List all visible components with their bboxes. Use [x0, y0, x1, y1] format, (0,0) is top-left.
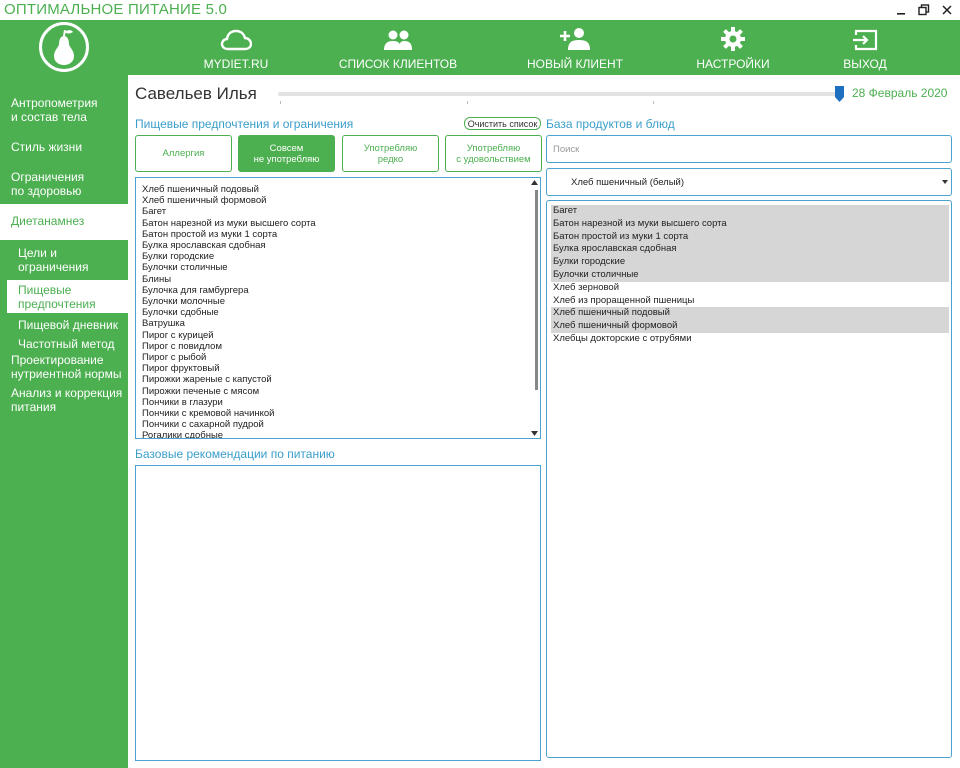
category-never-button[interactable]: Совсем не употребляю: [238, 135, 335, 172]
preference-item[interactable]: Пирожки печеные с мясом: [142, 386, 316, 397]
nav-client-list-button[interactable]: СПИСОК КЛИЕНТОВ: [338, 20, 458, 75]
preference-items: Хлеб пшеничный подовый Хлеб пшеничный фор…: [142, 184, 316, 438]
product-item[interactable]: Хлеб зерновой: [551, 282, 949, 295]
category-allergy-button[interactable]: Аллергия: [135, 135, 232, 172]
product-item[interactable]: Батон простой из муки 1 сорта: [551, 230, 949, 244]
nav-mydiet-button[interactable]: MYDIET.RU: [196, 20, 276, 75]
sidebar-item-analysis[interactable]: Анализ и коррекция питания: [11, 386, 122, 414]
preference-item[interactable]: Булки городские: [142, 251, 316, 262]
timeline-date: 28 Февраль 2020: [852, 86, 948, 100]
nav-exit-label: ВЫХОД: [843, 57, 887, 71]
preference-item[interactable]: Булочки сдобные: [142, 307, 316, 318]
scroll-down-icon[interactable]: [531, 431, 538, 436]
preference-item[interactable]: Багет: [142, 206, 316, 217]
product-group-value: Хлеб пшеничный (белый): [571, 176, 685, 188]
sidebar-item-lifestyle[interactable]: Стиль жизни: [11, 140, 82, 154]
minimize-icon[interactable]: [890, 0, 912, 20]
preference-item[interactable]: Пирожки жареные с капустой: [142, 374, 316, 385]
product-item[interactable]: Хлебцы докторские с отрубями: [551, 333, 949, 346]
product-item[interactable]: Хлеб пшеничный подовый: [551, 307, 949, 321]
users-icon: [384, 30, 412, 50]
preference-item[interactable]: Хлеб пшеничный подовый: [142, 184, 316, 195]
add-user-icon: [560, 28, 590, 50]
sidebar-sub-food-diary[interactable]: Пищевой дневник: [18, 318, 118, 332]
product-item[interactable]: Булка ярославская сдобная: [551, 243, 949, 257]
product-item[interactable]: Булки городские: [551, 256, 949, 269]
preference-list[interactable]: Хлеб пшеничный подовый Хлеб пшеничный фор…: [135, 177, 541, 439]
sidebar-sub-food-preferences[interactable]: Пищевые предпочтения: [7, 280, 128, 313]
timeline-thumb[interactable]: [835, 86, 844, 102]
search-input[interactable]: [546, 135, 952, 163]
preference-item[interactable]: Рогалики сдобные: [142, 430, 316, 438]
preference-item[interactable]: Ватрушка: [142, 318, 316, 329]
timeline-slider[interactable]: [278, 92, 838, 96]
scroll-up-icon[interactable]: [531, 180, 538, 185]
top-nav-bar: MYDIET.RU СПИСОК КЛИЕНТОВ НОВЫЙ КЛИЕНТ Н…: [0, 20, 960, 75]
timeline-tick: [467, 101, 468, 104]
preference-item[interactable]: Пончики в глазури: [142, 397, 316, 408]
cloud-icon: [220, 29, 252, 51]
nav-client-list-label: СПИСОК КЛИЕНТОВ: [338, 57, 458, 71]
preference-item[interactable]: Пончики с кремовой начинкой: [142, 408, 316, 419]
chevron-down-icon: [942, 180, 948, 184]
preference-item[interactable]: Блины: [142, 274, 316, 285]
sidebar-sub-goals[interactable]: Цели и ограничения: [18, 246, 88, 274]
timeline-tick: [280, 101, 281, 104]
product-group-select[interactable]: Хлеб пшеничный (белый): [546, 168, 952, 196]
preference-item[interactable]: Пирог фруктовый: [142, 363, 316, 374]
sidebar: Антропометрия и состав тела Стиль жизни …: [0, 75, 128, 768]
product-item[interactable]: Хлеб из проращенной пшеницы: [551, 295, 949, 308]
nav-settings-button[interactable]: НАСТРОЙКИ: [688, 20, 778, 75]
product-list[interactable]: Багет Батон нарезной из муки высшего сорт…: [546, 200, 952, 758]
preference-item[interactable]: Булочки молочные: [142, 296, 316, 307]
preference-item[interactable]: Пирог с рыбой: [142, 352, 316, 363]
product-item[interactable]: Батон нарезной из муки высшего сорта: [551, 217, 949, 231]
preference-scrollbar[interactable]: [528, 178, 540, 438]
product-item[interactable]: Багет: [551, 205, 949, 218]
product-item[interactable]: Хлеб пшеничный формовой: [551, 320, 949, 333]
nav-exit-button[interactable]: ВЫХОД: [830, 20, 900, 75]
preference-item[interactable]: Пончики с сахарной пудрой: [142, 419, 316, 430]
nav-new-client-button[interactable]: НОВЫЙ КЛИЕНТ: [520, 20, 630, 75]
preference-item[interactable]: Пирог с курицей: [142, 330, 316, 341]
category-rarely-button[interactable]: Употребляю редко: [342, 135, 439, 172]
sidebar-sub-frequency-method[interactable]: Частотный метод: [18, 337, 115, 351]
exit-icon: [853, 29, 878, 51]
nav-new-client-label: НОВЫЙ КЛИЕНТ: [526, 57, 624, 71]
preferences-title: Пищевые предпочтения и ограничения: [135, 117, 354, 131]
preference-item[interactable]: Пирог с повидлом: [142, 341, 316, 352]
title-bar: ОПТИМАЛЬНОЕ ПИТАНИЕ 5.0: [0, 0, 960, 20]
sidebar-item-nutrient-design[interactable]: Проектирование нутриентной нормы: [11, 353, 121, 381]
timeline-tick: [653, 101, 654, 104]
sidebar-item-health-limits[interactable]: Ограничения по здоровью: [11, 170, 84, 198]
preference-item[interactable]: Хлеб пшеничный формовой: [142, 195, 316, 206]
sidebar-item-diet-history-label: Диетанамнез: [11, 214, 85, 228]
app-title: ОПТИМАЛЬНОЕ ПИТАНИЕ 5.0: [4, 1, 228, 18]
recommendations-textarea[interactable]: [135, 465, 541, 761]
nav-mydiet-label: MYDIET.RU: [203, 57, 269, 71]
preference-item[interactable]: Булочка для гамбургера: [142, 285, 316, 296]
preference-item[interactable]: Батон простой из муки 1 сорта: [142, 229, 316, 240]
preference-item[interactable]: Булка ярославская сдобная: [142, 240, 316, 251]
recommendations-title: Базовые рекомендации по питанию: [135, 447, 335, 461]
database-title: База продуктов и блюд: [546, 117, 675, 131]
nav-settings-label: НАСТРОЙКИ: [696, 57, 770, 71]
category-with-pleasure-button[interactable]: Употребляю с удовольствием: [445, 135, 542, 172]
pear-logo-icon: [39, 22, 89, 72]
client-name: Савельев Илья: [135, 84, 257, 103]
maximize-icon[interactable]: [913, 0, 935, 20]
app-window: ОПТИМАЛЬНОЕ ПИТАНИЕ 5.0 MYDIET.RU СПИСОК…: [0, 0, 960, 768]
sidebar-item-anthropometry[interactable]: Антропометрия и состав тела: [11, 96, 98, 124]
preference-item[interactable]: Батон нарезной из муки высшего сорта: [142, 218, 316, 229]
sidebar-item-diet-history[interactable]: Диетанамнез: [0, 204, 128, 240]
clear-list-button[interactable]: Очистить список: [464, 117, 541, 130]
scroll-thumb[interactable]: [535, 190, 538, 390]
close-icon[interactable]: [936, 0, 958, 20]
product-item[interactable]: Булочки столичные: [551, 269, 949, 282]
gear-icon: [721, 27, 745, 51]
preference-item[interactable]: Булочки столичные: [142, 262, 316, 273]
